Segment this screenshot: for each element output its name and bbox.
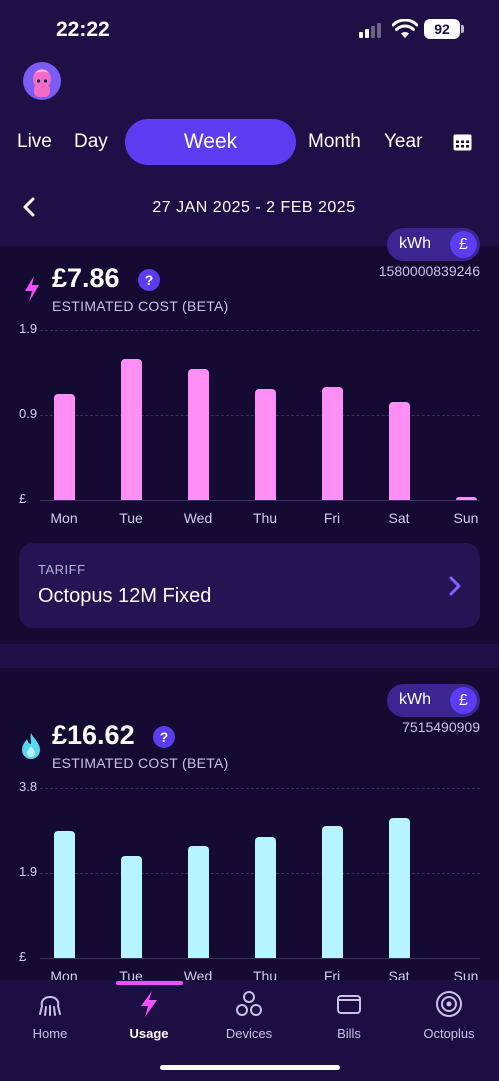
- chart-bar-wed[interactable]: [187, 369, 209, 500]
- status-time: 22:22: [56, 18, 110, 41]
- tab-year[interactable]: Year: [384, 119, 422, 165]
- gas-card: kWh £ 7515490909 £16.62 ? ESTIMATED COST…: [0, 668, 499, 984]
- gas-usage-chart: 3.8 1.9 £ Mon Tue Wed Thu Fri Sat Sun: [0, 778, 499, 988]
- y-axis-tick-label: £: [19, 491, 27, 506]
- chart-bar-fri[interactable]: [321, 825, 343, 958]
- meter-id: 7515490909: [402, 719, 480, 735]
- chart-gridline: [40, 788, 480, 789]
- nav-label: Devices: [225, 1026, 273, 1041]
- chart-bar-mon[interactable]: [53, 394, 75, 500]
- nav-label: Usage: [129, 1026, 169, 1041]
- chart-gridline: [40, 330, 480, 331]
- help-icon[interactable]: ?: [153, 726, 175, 748]
- chart-bar-thu[interactable]: [254, 837, 276, 958]
- lightning-icon: [141, 991, 157, 1017]
- x-axis-tick-label: Mon: [50, 510, 78, 526]
- tariff-name: Octopus 12M Fixed: [38, 585, 212, 607]
- x-axis-tick-label: Fri: [323, 510, 341, 526]
- section-divider: [0, 644, 499, 668]
- lightning-icon: [25, 276, 39, 302]
- unit-kwh-option[interactable]: kWh: [399, 691, 431, 709]
- tab-live[interactable]: Live: [17, 119, 52, 165]
- chart-bar-sat[interactable]: [388, 817, 410, 958]
- avatar[interactable]: [23, 62, 61, 100]
- tariff-card[interactable]: TARIFF Octopus 12M Fixed: [19, 543, 480, 628]
- nav-item-devices[interactable]: Devices: [199, 980, 299, 1050]
- chart-bar-sun[interactable]: [455, 497, 477, 500]
- tariff-label: TARIFF: [38, 562, 86, 577]
- status-bar: 22:22 92: [0, 0, 499, 60]
- octoplus-icon: [436, 991, 462, 1017]
- date-range: 27 JAN 2025 - 2 FEB 2025: [152, 199, 356, 216]
- x-axis-tick-label: Tue: [119, 510, 143, 526]
- wallet-icon: [337, 995, 361, 1014]
- date-navigation: 27 JAN 2025 - 2 FEB 2025: [0, 190, 499, 226]
- tab-week[interactable]: Week: [125, 119, 296, 165]
- nav-label: Octoplus: [423, 1026, 475, 1041]
- unit-gbp-option[interactable]: £: [450, 231, 477, 258]
- estimated-cost-label: ESTIMATED COST (BETA): [52, 755, 229, 771]
- x-axis-tick-label: Wed: [183, 510, 213, 526]
- octopus-icon: [39, 996, 61, 1016]
- y-axis-tick-label: 1.9: [19, 321, 38, 336]
- electricity-card: kWh £ 1580000839246 £7.86 ? ESTIMATED CO…: [0, 228, 499, 644]
- calendar-icon[interactable]: [453, 133, 472, 151]
- nav-item-home[interactable]: Home: [0, 980, 100, 1050]
- x-axis-tick-label: Sun: [453, 510, 479, 526]
- nav-item-octoplus[interactable]: Octoplus: [399, 980, 499, 1050]
- y-axis-tick-label: 1.9: [19, 864, 38, 879]
- chevron-right-icon: [449, 576, 461, 596]
- estimated-cost: £16.62: [52, 720, 135, 750]
- chart-bar-tue[interactable]: [120, 856, 142, 958]
- tab-day[interactable]: Day: [74, 119, 108, 165]
- chart-bar-fri[interactable]: [321, 387, 343, 500]
- y-axis-tick-label: 0.9: [19, 406, 38, 421]
- chart-gridline: [40, 958, 480, 959]
- chart-bar-wed[interactable]: [187, 846, 209, 958]
- nav-label: Bills: [337, 1026, 361, 1041]
- estimated-cost: £7.86: [52, 263, 120, 293]
- header: Live Day Week Month Year 27 JAN 2025 - 2…: [0, 60, 499, 246]
- chart-bar-sat[interactable]: [388, 401, 410, 500]
- avatar-octopus-icon: [33, 69, 51, 97]
- nav-item-usage[interactable]: Usage: [99, 980, 199, 1050]
- signal-icon: [359, 22, 385, 38]
- chart-gridline: [40, 500, 480, 501]
- nav-label: Home: [32, 1026, 68, 1041]
- chart-bar-tue[interactable]: [120, 358, 142, 500]
- home-indicator: [160, 1065, 340, 1070]
- wifi-icon: [392, 19, 418, 38]
- chart-bar-mon[interactable]: [53, 830, 75, 958]
- estimated-cost-label: ESTIMATED COST (BETA): [52, 298, 229, 314]
- chart-bar-thu[interactable]: [254, 389, 276, 500]
- period-tabs: Live Day Week Month Year: [0, 119, 499, 165]
- unit-gbp-option[interactable]: £: [450, 687, 477, 714]
- unit-toggle[interactable]: kWh £: [387, 228, 480, 261]
- help-icon[interactable]: ?: [138, 269, 160, 291]
- devices-icon: [236, 991, 262, 1016]
- x-axis-tick-label: Thu: [252, 510, 278, 526]
- battery-indicator: 92: [424, 19, 464, 39]
- meter-id: 1580000839246: [378, 263, 480, 279]
- unit-kwh-option[interactable]: kWh: [399, 235, 431, 253]
- gas-flame-icon: [22, 733, 40, 759]
- y-axis-tick-label: £: [19, 949, 27, 964]
- tab-month[interactable]: Month: [308, 119, 361, 165]
- y-axis-tick-label: 3.8: [19, 779, 38, 794]
- x-axis-tick-label: Sat: [388, 510, 410, 526]
- electricity-usage-chart: 1.9 0.9 £ Mon Tue Wed Thu Fri Sat Sun: [0, 320, 499, 530]
- nav-item-bills[interactable]: Bills: [299, 980, 399, 1050]
- unit-toggle[interactable]: kWh £: [387, 684, 480, 717]
